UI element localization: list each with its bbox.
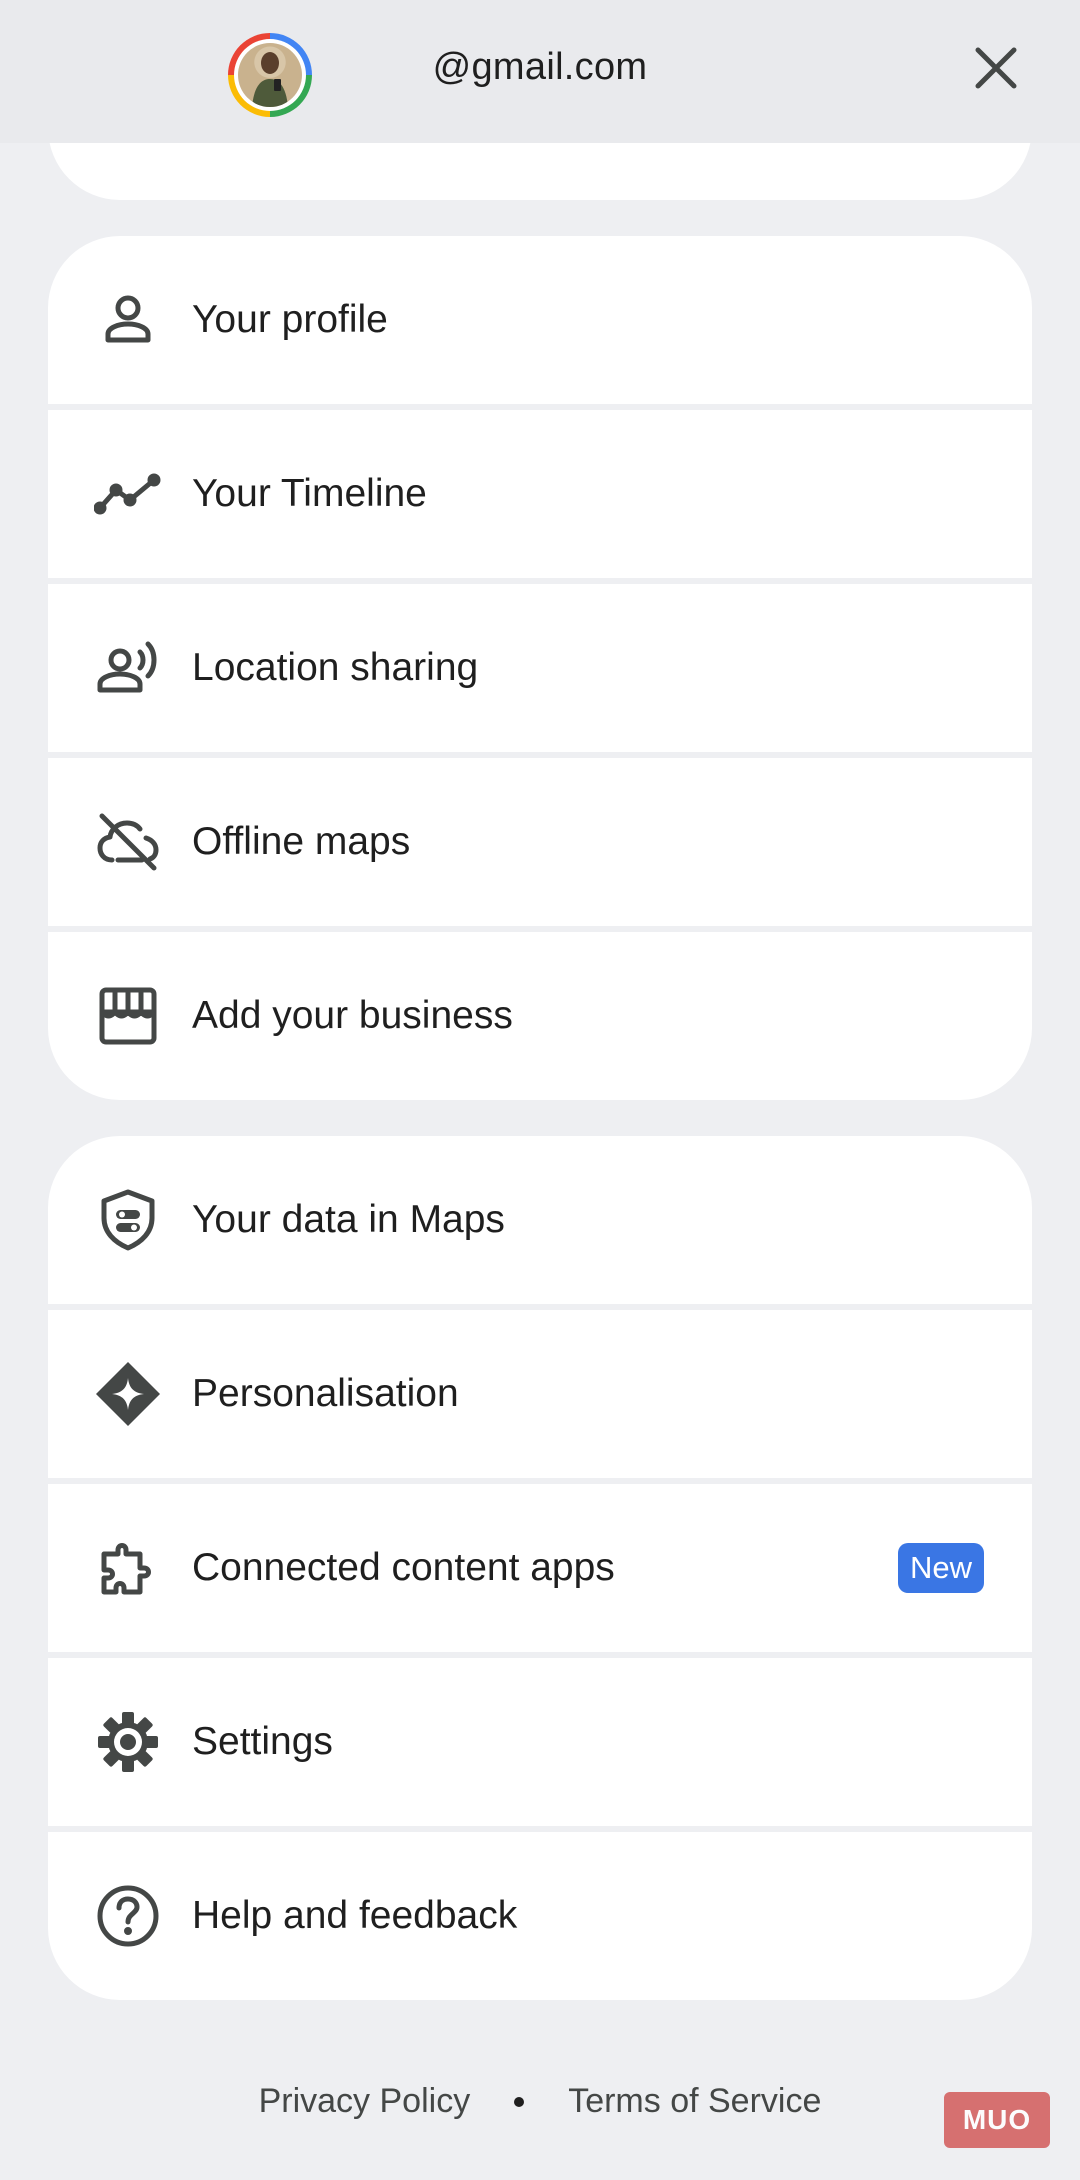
shield-toggle-icon (94, 1186, 162, 1254)
menu-item-label: Your Timeline (192, 472, 427, 515)
close-button[interactable] (964, 36, 1028, 100)
menu-item-your-data-in-maps[interactable]: Your data in Maps (48, 1136, 1032, 1304)
menu-item-label: Your data in Maps (192, 1198, 505, 1241)
help-icon (94, 1882, 162, 1950)
menu-item-label: Personalisation (192, 1372, 459, 1415)
menu-item-label: Connected content apps (192, 1546, 615, 1589)
account-menu-group-2: Your data in Maps Personalisation Connec… (48, 1136, 1032, 2000)
menu-item-label: Add your business (192, 994, 513, 1037)
timeline-icon (94, 460, 162, 528)
sparkle-diamond-icon (94, 1360, 162, 1428)
close-icon (975, 47, 1017, 89)
menu-item-offline-maps[interactable]: Offline maps (48, 758, 1032, 926)
menu-item-location-sharing[interactable]: Location sharing (48, 584, 1032, 752)
privacy-policy-link[interactable]: Privacy Policy (259, 2082, 471, 2121)
location-sharing-icon (94, 634, 162, 702)
account-email: @gmail.com (432, 46, 648, 88)
menu-item-label: Help and feedback (192, 1894, 518, 1937)
storefront-icon (94, 982, 162, 1050)
account-menu-group-1: Your profile Your Timeline Location shar… (48, 236, 1032, 1100)
menu-item-settings[interactable]: Settings (48, 1658, 1032, 1826)
muo-watermark-logo: MUO (944, 2092, 1050, 2148)
menu-item-label: Location sharing (192, 646, 479, 689)
menu-item-add-your-business[interactable]: Add your business (48, 932, 1032, 1100)
footer-links: Privacy Policy Terms of Service (0, 2082, 1080, 2121)
menu-item-personalisation[interactable]: Personalisation (48, 1310, 1032, 1478)
puzzle-icon (94, 1534, 162, 1602)
menu-item-help-and-feedback[interactable]: Help and feedback (48, 1832, 1032, 2000)
separator-dot (514, 2096, 525, 2107)
menu-item-your-profile[interactable]: Your profile (48, 236, 1032, 404)
menu-item-label: Settings (192, 1720, 333, 1763)
cloud-off-icon (94, 808, 162, 876)
person-icon (94, 286, 162, 354)
menu-item-your-timeline[interactable]: Your Timeline (48, 410, 1032, 578)
account-header: @gmail.com (0, 0, 1080, 143)
menu-item-label: Your profile (192, 298, 388, 341)
terms-of-service-link[interactable]: Terms of Service (568, 2082, 821, 2121)
menu-item-connected-content-apps[interactable]: Connected content apps New (48, 1484, 1032, 1652)
new-badge: New (897, 1543, 984, 1593)
menu-item-label: Offline maps (192, 820, 411, 863)
gear-icon (94, 1708, 162, 1776)
watermark-text: MUO (962, 2104, 1032, 2135)
